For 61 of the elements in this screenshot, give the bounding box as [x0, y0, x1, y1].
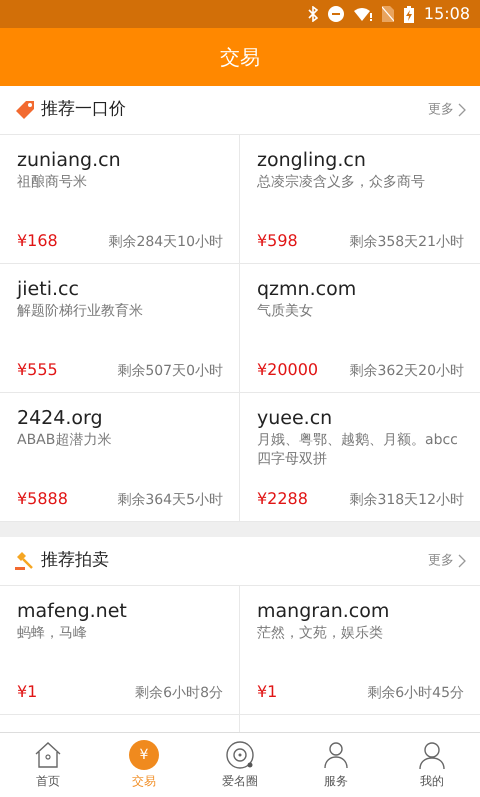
user-icon	[417, 740, 447, 770]
domain-name: jieti.cc	[17, 277, 80, 302]
remaining-time: 剩余284天10小时	[108, 233, 223, 252]
tab[interactable]: 我的	[384, 733, 480, 797]
domain-name: 2424.org	[17, 406, 104, 431]
chevron-right-icon	[458, 554, 466, 568]
domain-description: 总凌宗凌含义多，众多商号	[257, 172, 426, 192]
section-title: 推荐一口价	[41, 98, 126, 122]
price: ¥2288	[257, 488, 308, 510]
domain-name: zuniang.cn	[17, 148, 122, 173]
domain-card[interactable]: zuniang.cn 祖酿商号米 ¥168 剩余284天10小时	[0, 135, 240, 264]
price: ¥1	[17, 681, 38, 703]
tab[interactable]: 爱名圈	[192, 733, 288, 797]
no-sim-icon	[382, 6, 394, 22]
domain-description: 茫然，文苑，娱乐类	[257, 624, 384, 643]
remaining-time: 剩余6小时45分	[367, 684, 464, 703]
domain-name: mangran.com	[257, 599, 390, 624]
remaining-time: 剩余318天12小时	[349, 491, 464, 510]
home-icon	[33, 740, 63, 770]
price: ¥168	[17, 230, 58, 252]
domain-name: yuee.cn	[257, 406, 334, 431]
domain-card[interactable]: mafeng.net 蚂蜂，马峰 ¥1 剩余6小时8分	[0, 586, 240, 715]
domain-name: mafeng.net	[17, 599, 128, 624]
domain-description: 月娥、粤鄂、越鹅、月额。abcc四字母双拼	[257, 430, 459, 468]
status-time: 15:08	[424, 3, 470, 25]
section-title: 推荐拍卖	[41, 549, 109, 572]
domain-description: 气质美女	[257, 302, 314, 321]
more-link[interactable]: 更多	[428, 100, 466, 120]
price: ¥5888	[17, 488, 68, 510]
page-title: 交易	[220, 44, 260, 71]
yen-badge-icon: ¥	[129, 740, 159, 770]
price: ¥1	[257, 681, 278, 703]
chevron-right-icon	[458, 103, 466, 117]
remaining-time: 剩余6小时8分	[135, 684, 223, 703]
remaining-time: 剩余507天0小时	[117, 362, 223, 381]
domain-name: zongling.cn	[257, 148, 367, 173]
price: ¥598	[257, 230, 298, 252]
price: ¥20000	[257, 359, 318, 381]
domain-name: qzmn.com	[257, 277, 358, 302]
domain-description: 解题阶梯行业教育米	[17, 302, 144, 321]
more-link[interactable]: 更多	[428, 551, 466, 571]
price-tag-icon	[15, 100, 35, 120]
remaining-time: 剩余362天20小时	[349, 362, 464, 381]
gavel-icon	[15, 551, 35, 571]
tab[interactable]: 服务	[288, 733, 384, 797]
remaining-time: 剩余364天5小时	[117, 491, 223, 510]
bluetooth-icon	[308, 6, 318, 22]
tab[interactable]: 首页	[0, 733, 96, 797]
domain-description: 蚂蜂，马峰	[17, 624, 88, 643]
price: ¥555	[17, 359, 58, 381]
target-icon	[225, 740, 255, 770]
remaining-time: 剩余358天21小时	[349, 233, 464, 252]
domain-card[interactable]: mangran.com 茫然，文苑，娱乐类 ¥1 剩余6小时45分	[240, 586, 480, 715]
domain-card[interactable]: zongling.cn 总凌宗凌含义多，众多商号 ¥598 剩余358天21小时	[240, 135, 480, 264]
domain-card[interactable]: jieti.cc 解题阶梯行业教育米 ¥555 剩余507天0小时	[0, 264, 240, 393]
domain-description: ABAB超潜力米	[17, 430, 112, 450]
do-not-disturb-icon	[328, 6, 344, 22]
domain-card[interactable]: qzmn.com 气质美女 ¥20000 剩余362天20小时	[240, 264, 480, 393]
wifi-icon	[354, 6, 372, 22]
domain-description: 祖酿商号米	[17, 172, 88, 192]
battery-charging-icon	[404, 6, 414, 22]
